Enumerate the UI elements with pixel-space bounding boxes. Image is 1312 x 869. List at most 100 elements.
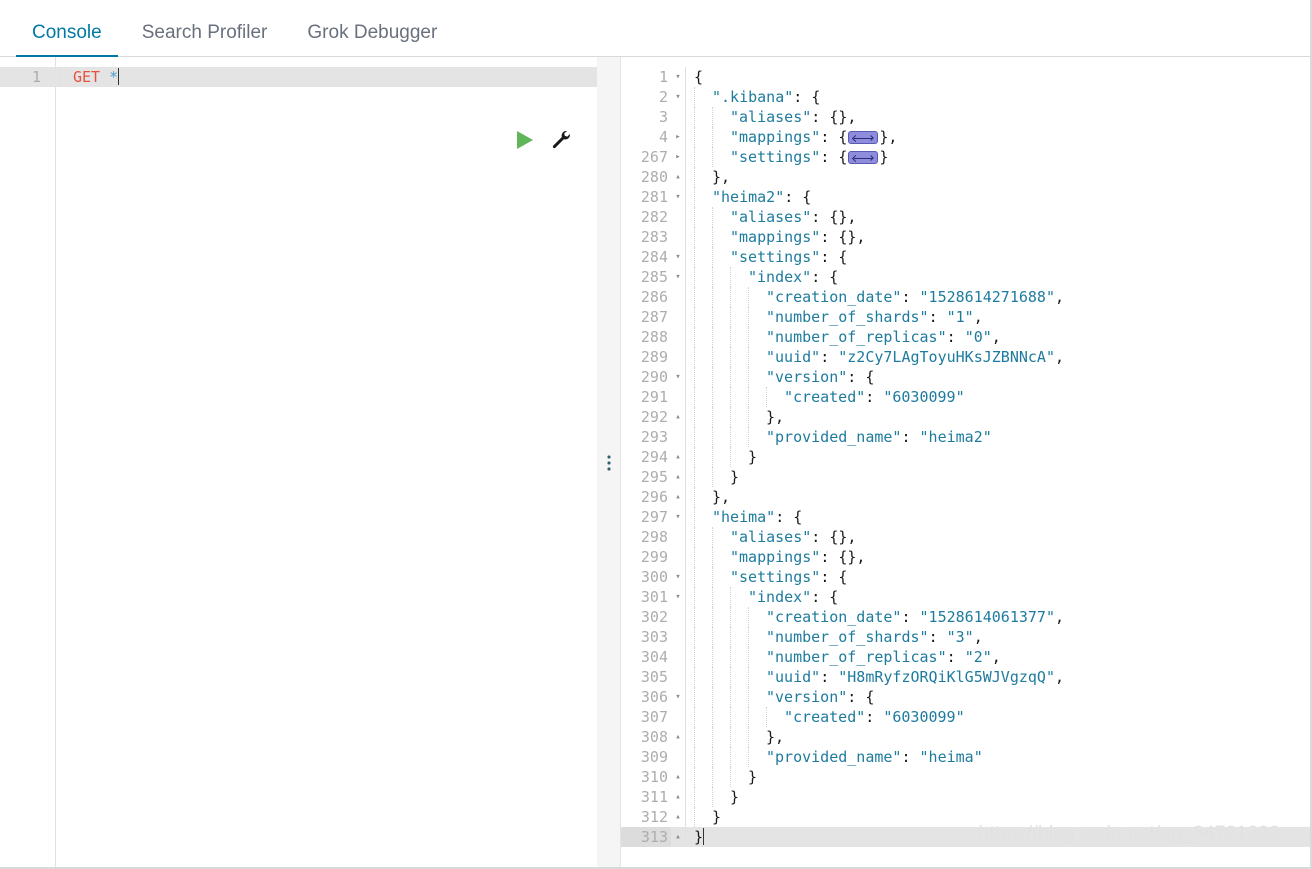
fold-toggle-icon[interactable]: ▴ <box>671 727 685 747</box>
code-content[interactable]: } <box>686 447 1310 467</box>
code-line[interactable]: 1 GET * <box>0 67 597 87</box>
code-line[interactable]: 288 "number_of_replicas": "0", <box>621 327 1310 347</box>
code-content[interactable]: } <box>686 767 1310 787</box>
collapsed-fold-widget[interactable] <box>848 151 879 164</box>
code-content[interactable]: }, <box>686 727 1310 747</box>
code-line[interactable]: 287 "number_of_shards": "1", <box>621 307 1310 327</box>
fold-toggle-icon[interactable]: ▸ <box>671 127 685 147</box>
fold-toggle-icon[interactable]: ▴ <box>671 407 685 427</box>
code-content[interactable]: "creation_date": "1528614061377", <box>686 607 1310 627</box>
code-content[interactable]: } <box>686 787 1310 807</box>
fold-toggle-icon[interactable]: ▴ <box>671 767 685 787</box>
code-content[interactable]: ".kibana": { <box>686 87 1310 107</box>
code-line[interactable]: 295 ▴ } <box>621 467 1310 487</box>
code-line[interactable]: 3 "aliases": {}, <box>621 107 1310 127</box>
code-content[interactable]: }, <box>686 407 1310 427</box>
code-content[interactable]: "number_of_shards": "1", <box>686 307 1310 327</box>
code-line[interactable]: 284 ▾ "settings": { <box>621 247 1310 267</box>
code-line[interactable]: 313 ▴} <box>621 827 1310 847</box>
fold-toggle-icon[interactable]: ▴ <box>671 447 685 467</box>
code-content[interactable]: "number_of_replicas": "0", <box>686 327 1310 347</box>
code-content[interactable]: "creation_date": "1528614271688", <box>686 287 1310 307</box>
code-content[interactable]: } <box>686 467 1310 487</box>
fold-toggle-icon[interactable]: ▴ <box>671 787 685 807</box>
code-line[interactable]: 2 ▾ ".kibana": { <box>621 87 1310 107</box>
code-line[interactable]: 309 "provided_name": "heima" <box>621 747 1310 767</box>
code-content[interactable]: "version": { <box>686 367 1310 387</box>
code-line[interactable]: 311 ▴ } <box>621 787 1310 807</box>
code-line[interactable]: 296 ▴ }, <box>621 487 1310 507</box>
fold-toggle-icon[interactable]: ▴ <box>671 167 685 187</box>
pane-splitter[interactable] <box>597 57 620 867</box>
code-line[interactable]: 303 "number_of_shards": "3", <box>621 627 1310 647</box>
code-content[interactable]: { <box>686 67 1310 87</box>
code-content[interactable]: }, <box>686 487 1310 507</box>
fold-toggle-icon[interactable]: ▴ <box>671 487 685 507</box>
response-editor[interactable]: 1 ▾{2 ▾ ".kibana": {3 "aliases": {}, 4 ▸ "ma… <box>621 57 1310 867</box>
code-line[interactable]: 291 "created": "6030099" <box>621 387 1310 407</box>
code-content[interactable]: "provided_name": "heima2" <box>686 427 1310 447</box>
code-content[interactable]: "index": { <box>686 587 1310 607</box>
code-line[interactable]: 312 ▴ } <box>621 807 1310 827</box>
code-content[interactable]: }, <box>686 167 1310 187</box>
fold-toggle-icon[interactable]: ▾ <box>671 267 685 287</box>
fold-toggle-icon[interactable]: ▴ <box>671 807 685 827</box>
code-line[interactable]: 294 ▴ } <box>621 447 1310 467</box>
code-line[interactable]: 307 "created": "6030099" <box>621 707 1310 727</box>
code-content[interactable]: "uuid": "H8mRyfzORQiKlG5WJVgzqQ", <box>686 667 1310 687</box>
code-content[interactable]: "aliases": {}, <box>686 107 1310 127</box>
code-line[interactable]: 290 ▾ "version": { <box>621 367 1310 387</box>
code-content[interactable]: "settings": { <box>686 247 1310 267</box>
code-content[interactable]: "version": { <box>686 687 1310 707</box>
code-line[interactable]: 299 "mappings": {}, <box>621 547 1310 567</box>
code-content[interactable]: GET * <box>61 67 597 87</box>
collapsed-fold-widget[interactable] <box>848 131 879 144</box>
code-content[interactable]: "mappings": {}, <box>686 127 1310 147</box>
code-line[interactable]: 301 ▾ "index": { <box>621 587 1310 607</box>
code-line[interactable]: 1 ▾ { <box>621 67 1310 87</box>
code-line[interactable]: 292 ▴ }, <box>621 407 1310 427</box>
code-line[interactable]: 280 ▴ }, <box>621 167 1310 187</box>
code-line[interactable]: 302 "creation_date": "1528614061377", <box>621 607 1310 627</box>
fold-toggle-icon[interactable]: ▾ <box>671 567 685 587</box>
code-content[interactable]: "mappings": {}, <box>686 227 1310 247</box>
code-line[interactable]: 308 ▴ }, <box>621 727 1310 747</box>
fold-toggle-icon[interactable]: ▾ <box>671 507 685 527</box>
code-line[interactable]: 267 ▸ "settings": {} <box>621 147 1310 167</box>
code-content[interactable]: "number_of_replicas": "2", <box>686 647 1310 667</box>
code-content[interactable]: "number_of_shards": "3", <box>686 627 1310 647</box>
code-line[interactable]: 289 "uuid": "z2Cy7LAgToyuHKsJZBNNcA", <box>621 347 1310 367</box>
fold-toggle-icon[interactable]: ▴ <box>671 467 685 487</box>
code-content[interactable]: "created": "6030099" <box>686 387 1310 407</box>
code-content[interactable]: } <box>686 807 1310 827</box>
code-line[interactable]: 281 ▾ "heima2": { <box>621 187 1310 207</box>
fold-toggle-icon[interactable]: ▾ <box>671 67 685 87</box>
code-content[interactable]: "aliases": {}, <box>686 207 1310 227</box>
fold-toggle-icon[interactable]: ▾ <box>671 187 685 207</box>
code-line[interactable]: 297 ▾ "heima": { <box>621 507 1310 527</box>
fold-toggle-icon[interactable]: ▾ <box>671 87 685 107</box>
response-editor-pane[interactable]: 1 ▾{2 ▾ ".kibana": {3 "aliases": {}, 4 ▸ "ma… <box>620 57 1310 867</box>
fold-toggle-icon[interactable]: ▸ <box>671 147 685 167</box>
request-editor-pane[interactable]: 1 GET * <box>0 57 597 867</box>
code-line[interactable]: 293 "provided_name": "heima2" <box>621 427 1310 447</box>
code-line[interactable]: 285 ▾ "index": { <box>621 267 1310 287</box>
fold-toggle-icon[interactable]: ▾ <box>671 587 685 607</box>
wrench-icon[interactable] <box>551 129 573 151</box>
code-line[interactable]: 310 ▴ } <box>621 767 1310 787</box>
fold-toggle-icon[interactable]: ▾ <box>671 367 685 387</box>
tab-grok-debugger[interactable]: Grok Debugger <box>287 23 457 56</box>
code-content[interactable]: "settings": {} <box>686 147 1310 167</box>
code-content[interactable]: "uuid": "z2Cy7LAgToyuHKsJZBNNcA", <box>686 347 1310 367</box>
code-content[interactable]: } <box>686 827 1310 847</box>
code-content[interactable]: "aliases": {}, <box>686 527 1310 547</box>
tab-search-profiler[interactable]: Search Profiler <box>122 23 288 56</box>
code-line[interactable]: 304 "number_of_replicas": "2", <box>621 647 1310 667</box>
code-line[interactable]: 300 ▾ "settings": { <box>621 567 1310 587</box>
code-line[interactable]: 286 "creation_date": "1528614271688", <box>621 287 1310 307</box>
code-line[interactable]: 4 ▸ "mappings": {}, <box>621 127 1310 147</box>
fold-toggle-icon[interactable]: ▾ <box>671 247 685 267</box>
code-line[interactable]: 282 "aliases": {}, <box>621 207 1310 227</box>
code-content[interactable]: "settings": { <box>686 567 1310 587</box>
code-content[interactable]: "provided_name": "heima" <box>686 747 1310 767</box>
